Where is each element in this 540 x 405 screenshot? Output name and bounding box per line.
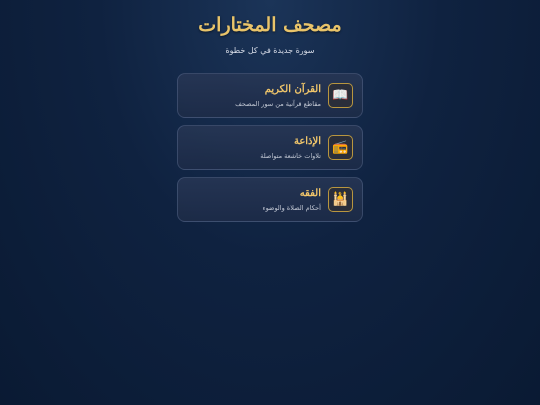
app-screen: مصحف المختارات سورة جديدة في كل خطوة 📖 ا… <box>0 0 540 405</box>
card-description: أحكام الصلاة والوضوء <box>262 204 321 212</box>
menu-card-radio[interactable]: 📻 الإذاعة تلاوات خاشعة متواصلة <box>177 125 363 170</box>
card-text: الإذاعة تلاوات خاشعة متواصلة <box>260 135 321 161</box>
radio-icon: 📻 <box>328 135 353 160</box>
card-title: الإذاعة <box>293 136 321 147</box>
card-title: القرآن الكريم <box>264 84 321 95</box>
open-book-icon: 📖 <box>328 83 353 108</box>
menu-card-quran[interactable]: 📖 القرآن الكريم مقاطع قرآنية من سور المص… <box>177 73 363 118</box>
card-title: الفقه <box>299 188 321 199</box>
card-description: مقاطع قرآنية من سور المصحف <box>235 100 321 108</box>
card-text: الفقه أحكام الصلاة والوضوء <box>263 187 321 213</box>
menu-card-fiqh[interactable]: 🕌 الفقه أحكام الصلاة والوضوء <box>177 177 363 222</box>
menu-list: 📖 القرآن الكريم مقاطع قرآنية من سور المص… <box>177 73 363 229</box>
app-title: مصحف المختارات <box>198 14 342 36</box>
card-description: تلاوات خاشعة متواصلة <box>260 152 321 160</box>
app-subtitle: سورة جديدة في كل خطوة <box>225 46 315 55</box>
mosque-icon: 🕌 <box>328 187 353 212</box>
card-text: القرآن الكريم مقاطع قرآنية من سور المصحف <box>235 83 321 109</box>
